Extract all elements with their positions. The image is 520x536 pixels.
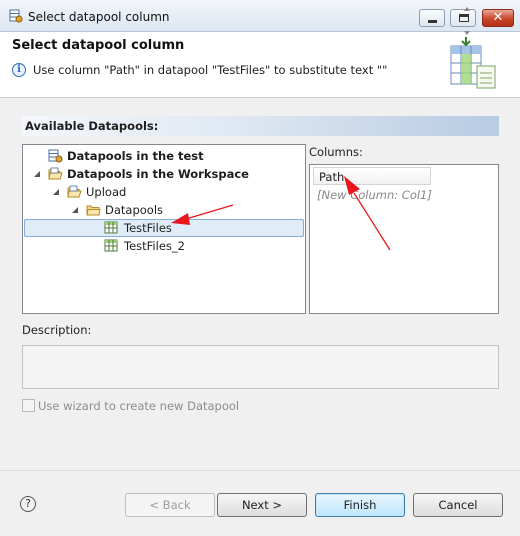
info-icon: i <box>12 63 26 77</box>
columns-list[interactable]: Path [New Column: Col1] <box>309 164 499 314</box>
table-grid-icon <box>104 239 118 252</box>
table-grid-icon <box>104 221 118 234</box>
dialog-header: Select datapool column i Use column "Pat… <box>0 32 520 98</box>
back-button[interactable]: < Back <box>125 493 215 517</box>
window-title: Select datapool column <box>28 10 170 24</box>
tree-item-label: TestFiles_2 <box>124 239 185 253</box>
window-titlebar: Select datapool column ✕ <box>0 0 520 32</box>
tree-item-testfiles[interactable]: TestFiles <box>24 219 304 237</box>
datapool-tree[interactable]: Datapools in the test Datapools in the W… <box>22 144 306 314</box>
column-item-path[interactable]: Path <box>313 167 431 185</box>
tree-item-upload[interactable]: Upload <box>24 183 304 201</box>
expand-toggle-icon[interactable] <box>53 189 59 195</box>
expand-toggle-icon[interactable] <box>34 171 40 177</box>
maximize-button[interactable] <box>450 9 476 27</box>
wizard-checkbox[interactable] <box>22 399 35 412</box>
finish-button[interactable]: Finish <box>315 493 405 517</box>
tree-item-label: Upload <box>86 185 127 199</box>
scroll-down-icon[interactable] <box>464 31 470 35</box>
datapool-gear-icon <box>9 9 23 23</box>
available-datapools-label: Available Datapools: <box>25 119 159 133</box>
tree-item-label: Datapools in the Workspace <box>67 167 249 181</box>
help-icon[interactable]: ? <box>20 496 36 512</box>
dialog-title: Select datapool column <box>12 38 185 53</box>
tree-item-label: Datapools <box>105 203 164 217</box>
next-button[interactable]: Next > <box>217 493 307 517</box>
description-label: Description: <box>22 323 92 337</box>
scroll-up-icon[interactable] <box>464 7 470 11</box>
maximize-icon <box>459 14 469 22</box>
tree-item-datapools-in-test[interactable]: Datapools in the test <box>24 147 304 165</box>
new-column-placeholder[interactable]: [New Column: Col1] <box>317 188 432 202</box>
tree-item-testfiles-2[interactable]: TestFiles_2 <box>24 237 304 255</box>
folder-icon <box>86 205 101 216</box>
tree-item-label: TestFiles <box>124 221 172 235</box>
columns-label: Columns: <box>309 145 363 159</box>
button-bar-divider <box>0 470 520 471</box>
close-icon: ✕ <box>492 10 504 25</box>
description-field[interactable] <box>22 345 499 389</box>
tree-item-datapools-in-workspace[interactable]: Datapools in the Workspace <box>24 165 304 183</box>
cancel-button[interactable]: Cancel <box>413 493 503 517</box>
datapool-gear-icon <box>48 149 63 163</box>
datapool-table-icon <box>450 37 496 89</box>
minimize-button[interactable] <box>419 9 445 27</box>
column-item-label: Path <box>319 170 345 184</box>
open-folder-icon <box>67 185 82 198</box>
wizard-checkbox-label: Use wizard to create new Datapool <box>38 399 240 413</box>
dialog-message: Use column "Path" in datapool "TestFiles… <box>33 63 388 77</box>
tree-item-datapools-folder[interactable]: Datapools <box>24 201 304 219</box>
close-button[interactable]: ✕ <box>482 9 514 27</box>
open-folder-icon <box>48 167 63 180</box>
expand-toggle-icon[interactable] <box>72 207 78 213</box>
minimize-icon <box>428 20 437 23</box>
available-datapools-header: Available Datapools: <box>22 116 499 136</box>
tree-item-label: Datapools in the test <box>67 149 204 163</box>
